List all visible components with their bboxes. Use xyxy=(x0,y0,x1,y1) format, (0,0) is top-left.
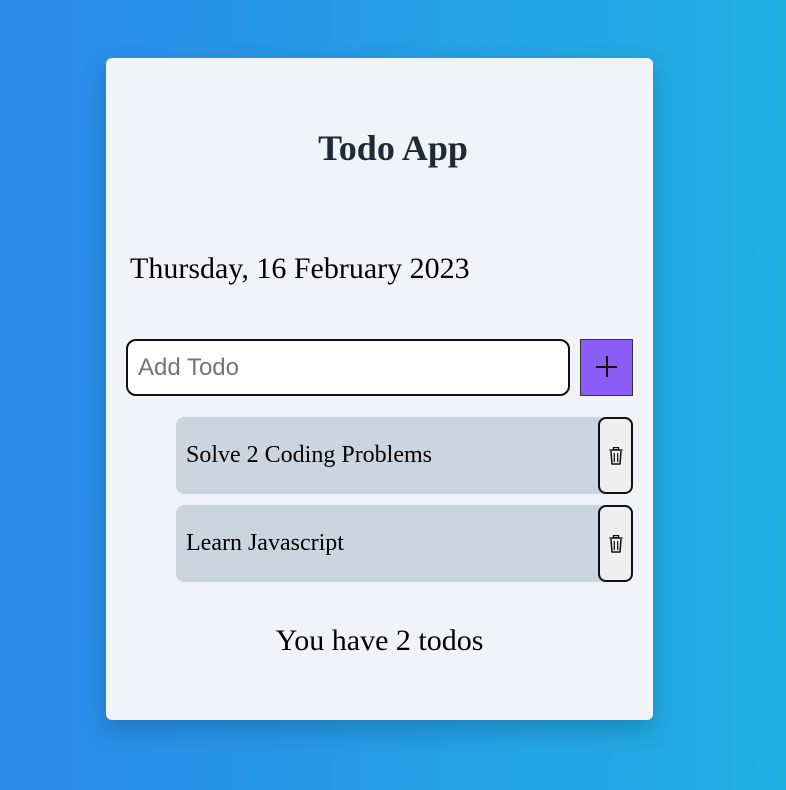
todo-text: Learn Javascript xyxy=(186,530,344,556)
trash-icon xyxy=(609,447,623,465)
todo-item: Learn Javascript xyxy=(176,505,610,582)
app-title: Todo App xyxy=(318,128,468,168)
todo-count: You have 2 todos xyxy=(275,624,484,657)
todo-text: Solve 2 Coding Problems xyxy=(186,442,433,468)
add-todo-button[interactable] xyxy=(580,339,633,396)
current-date: Thursday, 16 February 2023 xyxy=(130,252,470,285)
todo-item: Solve 2 Coding Problems xyxy=(176,417,610,494)
delete-todo-button[interactable] xyxy=(598,417,633,494)
delete-todo-button[interactable] xyxy=(598,505,633,582)
add-todo-input[interactable] xyxy=(126,339,570,396)
trash-icon xyxy=(609,535,623,553)
